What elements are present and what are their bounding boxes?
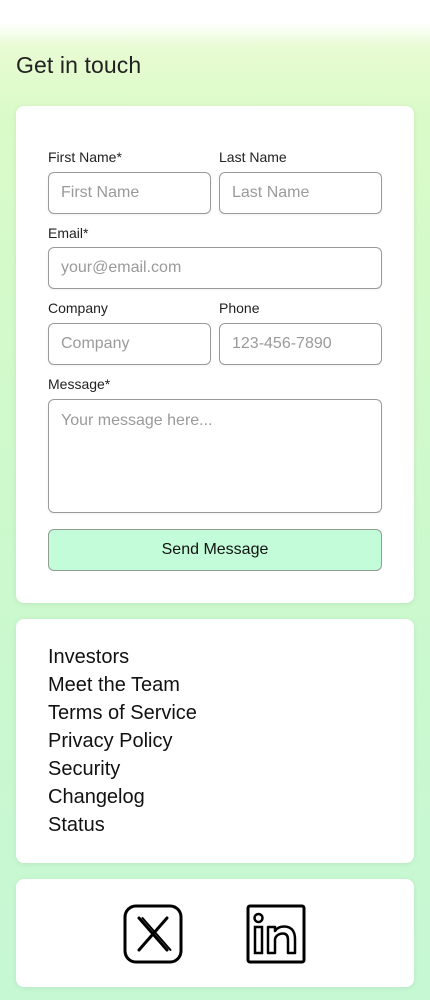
changelog-link[interactable]: Changelog — [48, 786, 145, 808]
first-name-label: First Name* — [48, 149, 122, 165]
email-input[interactable] — [48, 247, 382, 289]
x-icon[interactable] — [123, 904, 183, 964]
phone-input[interactable] — [219, 323, 382, 365]
phone-label: Phone — [219, 300, 260, 316]
first-name-input[interactable] — [48, 172, 211, 214]
linkedin-icon[interactable] — [246, 904, 306, 964]
send-message-button[interactable]: Send Message — [48, 529, 382, 571]
privacy-policy-link[interactable]: Privacy Policy — [48, 730, 172, 752]
status-link[interactable]: Status — [48, 814, 105, 836]
page-title: Get in touch — [16, 52, 142, 78]
footer-links-list: Investors Meet the Team Terms of Service… — [48, 645, 197, 841]
message-label: Message* — [48, 376, 111, 392]
footer-link-item: Changelog — [48, 785, 197, 813]
message-textarea[interactable] — [48, 399, 382, 513]
company-input[interactable] — [48, 323, 211, 365]
footer-link-item: Terms of Service — [48, 701, 197, 729]
footer-links-card: Investors Meet the Team Terms of Service… — [16, 619, 414, 863]
last-name-input[interactable] — [219, 172, 382, 214]
footer-link-item: Privacy Policy — [48, 729, 197, 757]
contact-form-card: First Name* Last Name Email* Company Pho… — [16, 106, 414, 603]
security-link[interactable]: Security — [48, 758, 120, 780]
company-label: Company — [48, 300, 108, 316]
email-label: Email* — [48, 225, 89, 241]
footer-link-item: Meet the Team — [48, 673, 197, 701]
social-links-card — [16, 879, 414, 987]
terms-of-service-link[interactable]: Terms of Service — [48, 702, 197, 724]
investors-link[interactable]: Investors — [48, 646, 129, 668]
footer-link-item: Security — [48, 757, 197, 785]
meet-the-team-link[interactable]: Meet the Team — [48, 674, 180, 696]
footer-link-item: Status — [48, 813, 197, 841]
last-name-label: Last Name — [219, 149, 287, 165]
footer-link-item: Investors — [48, 645, 197, 673]
